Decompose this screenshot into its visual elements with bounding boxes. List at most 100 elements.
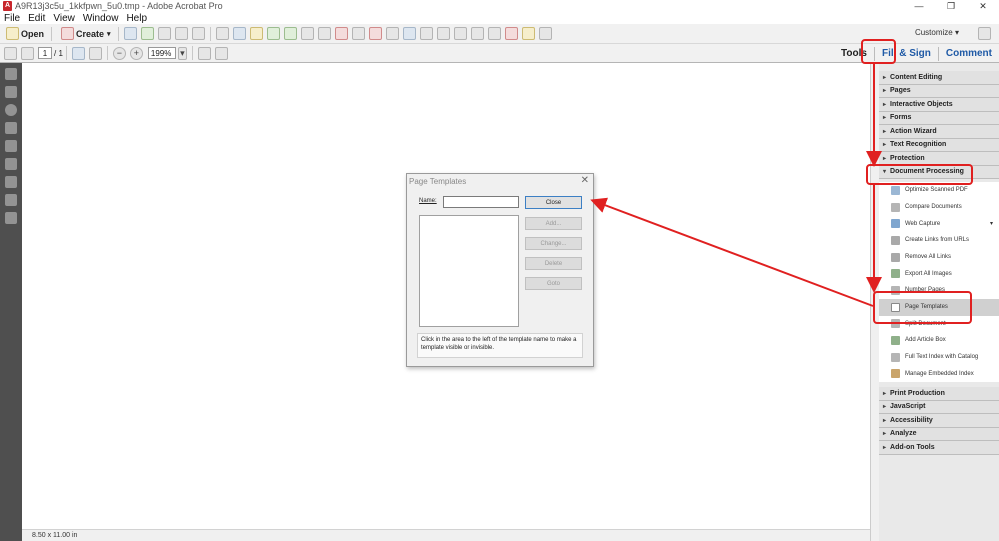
model-tree-icon[interactable]: [5, 158, 17, 170]
change-button[interactable]: Change...: [525, 237, 582, 250]
image-icon: [891, 269, 900, 279]
delete-button[interactable]: Delete: [525, 257, 582, 270]
chevron-right-icon: ▸: [883, 444, 887, 451]
section-interactive-objects[interactable]: ▸ Interactive Objects: [879, 98, 999, 112]
section-action-wizard[interactable]: ▸ Action Wizard: [879, 125, 999, 139]
section-accessibility[interactable]: ▸ Accessibility: [879, 414, 999, 428]
stamp-icon[interactable]: [317, 27, 331, 40]
section-content-editing[interactable]: ▸ Content Editing: [879, 71, 999, 85]
goto-button[interactable]: Goto: [525, 277, 582, 290]
tool-export-images[interactable]: Export All Images: [879, 265, 999, 283]
bookmarks-icon[interactable]: [5, 86, 17, 98]
section-text-recognition[interactable]: ▸ Text Recognition: [879, 138, 999, 152]
tool-compare-documents[interactable]: Compare Documents: [879, 199, 999, 216]
chevron-right-icon: ▸: [883, 155, 887, 162]
section-forms[interactable]: ▸ Forms: [879, 111, 999, 125]
close-window-button[interactable]: ✕: [967, 0, 999, 12]
fit-page-icon[interactable]: [197, 46, 211, 60]
attachments-icon[interactable]: [5, 176, 17, 188]
next-page-icon[interactable]: [21, 46, 34, 60]
close-button[interactable]: Close: [525, 196, 582, 209]
section-add-on-tools[interactable]: ▸ Add-on Tools: [879, 441, 999, 455]
attach-icon[interactable]: [419, 27, 433, 40]
page-number-input[interactable]: 1: [38, 47, 52, 59]
text-field-icon[interactable]: [385, 27, 399, 40]
content-icon[interactable]: [5, 194, 17, 206]
sign-icon[interactable]: [266, 27, 280, 40]
gear-icon[interactable]: [215, 27, 229, 40]
open-button[interactable]: Open: [0, 26, 48, 42]
navigation-pane: [0, 63, 22, 541]
toolbar-divider: [117, 26, 119, 41]
expand-icon[interactable]: [978, 27, 991, 40]
template-list[interactable]: [419, 215, 519, 327]
hand-icon[interactable]: [88, 46, 102, 60]
customize-menu[interactable]: Customize ▾: [915, 28, 959, 37]
zoom-out-icon[interactable]: −: [112, 46, 126, 60]
tool-full-text-index[interactable]: Full Text Index with Catalog: [879, 349, 999, 366]
menu-help[interactable]: Help: [122, 13, 151, 24]
section-javascript[interactable]: ▸ JavaScript: [879, 400, 999, 414]
chevron-down-icon: ▾: [107, 30, 111, 38]
title-bar: A A9R13j3c5u_1kkfpwn_5u0.tmp - Adobe Acr…: [0, 0, 999, 12]
zoom-dropdown-icon[interactable]: ▾: [177, 46, 187, 60]
signatures-icon[interactable]: [5, 122, 17, 134]
tool-remove-links[interactable]: Remove All Links: [879, 249, 999, 266]
tool-create-links[interactable]: Create Links from URLs: [879, 232, 999, 249]
zoom-in-icon[interactable]: +: [129, 46, 143, 60]
edit-document-icon[interactable]: [174, 27, 188, 40]
cloud-upload-icon[interactable]: [140, 27, 154, 40]
button-field-icon[interactable]: [453, 27, 467, 40]
combine-icon[interactable]: [300, 27, 314, 40]
catalog-icon: [891, 352, 900, 362]
toolbox-icon[interactable]: [368, 27, 382, 40]
save-icon[interactable]: [123, 27, 137, 40]
rectangle-icon[interactable]: [504, 27, 518, 40]
menu-file[interactable]: File: [0, 13, 24, 24]
form-icon[interactable]: [283, 27, 297, 40]
globe-icon: [891, 219, 900, 229]
template-name-input[interactable]: [443, 196, 519, 208]
restore-button[interactable]: ❐: [935, 0, 967, 12]
radio-button-icon[interactable]: [436, 27, 450, 40]
menu-edit[interactable]: Edit: [24, 13, 49, 24]
destinations-icon[interactable]: [5, 104, 17, 116]
list-box-icon[interactable]: [470, 27, 484, 40]
add-button[interactable]: Add...: [525, 217, 582, 230]
link-icon[interactable]: [487, 27, 501, 40]
zoom-level-input[interactable]: 199%: [147, 47, 176, 59]
create-button[interactable]: Create ▾: [55, 26, 115, 42]
checkbox-icon[interactable]: [402, 27, 416, 40]
tool-add-article-box[interactable]: Add Article Box: [879, 332, 999, 349]
minimize-button[interactable]: —: [903, 0, 935, 12]
protect-icon[interactable]: [334, 27, 348, 40]
cursor-icon[interactable]: [351, 27, 365, 40]
tool-manage-embedded-index[interactable]: Manage Embedded Index: [879, 365, 999, 383]
dialog-title: Page Templates: [409, 177, 467, 186]
menu-view[interactable]: View: [49, 13, 79, 24]
main-toolbar: Open Create ▾: [0, 24, 999, 44]
chevron-right-icon: ▸: [883, 74, 887, 81]
close-icon[interactable]: ✕: [581, 175, 589, 186]
action-icon[interactable]: [538, 27, 552, 40]
sticky-note-icon[interactable]: [249, 27, 263, 40]
tool-web-capture[interactable]: Web Capture ▾: [879, 215, 999, 233]
email-icon[interactable]: [191, 27, 205, 40]
tab-comment[interactable]: Comment: [939, 48, 999, 59]
stamp-dropdown-icon[interactable]: [521, 27, 535, 40]
select-cursor-icon[interactable]: [71, 46, 85, 60]
section-pages[interactable]: ▸ Pages: [879, 84, 999, 98]
section-print-production[interactable]: ▸ Print Production: [879, 387, 999, 401]
menu-bar: File Edit View Window Help: [0, 12, 999, 24]
comment-bubble-icon[interactable]: [232, 27, 246, 40]
page-thumbnails-icon[interactable]: [5, 68, 17, 80]
full-screen-icon[interactable]: [214, 46, 228, 60]
section-analyze[interactable]: ▸ Analyze: [879, 427, 999, 441]
previous-page-icon[interactable]: [4, 46, 17, 60]
chevron-right-icon: ▸: [883, 404, 887, 411]
print-icon[interactable]: [157, 27, 171, 40]
tags-icon[interactable]: [5, 212, 17, 224]
menu-window[interactable]: Window: [79, 13, 123, 24]
layers-icon[interactable]: [5, 140, 17, 152]
page-total: / 1: [54, 48, 63, 58]
